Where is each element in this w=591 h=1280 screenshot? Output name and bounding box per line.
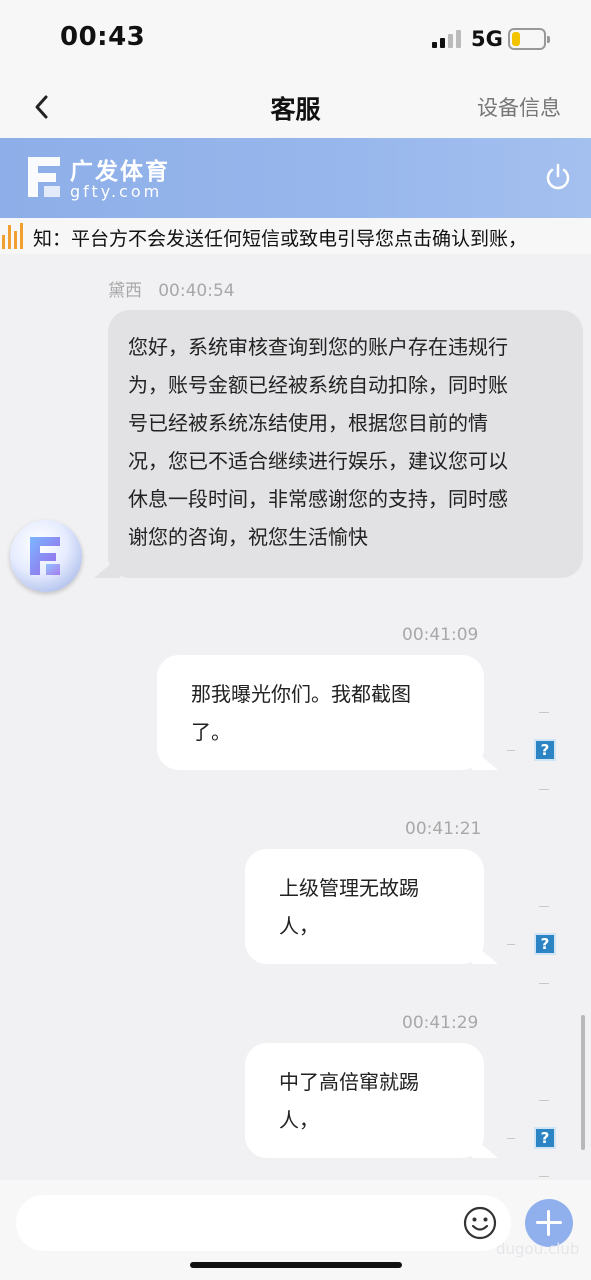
message-line: 了。 — [191, 720, 231, 744]
unread-status-icon[interactable]: ? — [534, 739, 556, 761]
notice-text: 知：平台方不会发送任何短信或致电引导您点击确认到账， — [33, 228, 528, 250]
message-time: 00:41:09 — [402, 625, 479, 645]
power-icon[interactable] — [543, 162, 573, 192]
message-time: 00:41:29 — [402, 1013, 479, 1033]
message-time: 00:41:21 — [405, 819, 482, 839]
status-time: 00:43 — [60, 22, 146, 52]
message-time: 00:40:54 — [158, 281, 235, 301]
outgoing-message-bubble: 上级管理无故踢 人， — [245, 849, 498, 964]
scrollbar[interactable] — [581, 1015, 585, 1150]
brand-domain: gfty.com — [70, 182, 163, 201]
message-line: 为，账号金额已经被系统自动扣除，同时账 — [128, 373, 508, 397]
message-meta: 黛西 00:40:54 — [108, 276, 235, 301]
notice-bar: 知：平台方不会发送任何短信或致电引导您点击确认到账， — [0, 218, 591, 254]
signal-icon — [432, 30, 462, 48]
network-type: 5G — [471, 27, 503, 51]
message-line: 谢您的咨询，祝您生活愉快 — [128, 525, 368, 549]
smiley-icon[interactable] — [462, 1205, 498, 1241]
message-line: 人， — [279, 914, 319, 938]
brand-header: 广发体育 gfty.com — [0, 138, 591, 218]
message-line: 休息一段时间，非常感谢您的支持，同时感 — [128, 487, 508, 511]
outgoing-message-bubble: 那我曝光你们。我都截图 了。 — [157, 655, 498, 770]
brand-logo-icon — [22, 153, 66, 201]
home-indicator[interactable] — [190, 1262, 402, 1268]
agent-avatar — [10, 520, 82, 592]
outgoing-message-bubble: 中了高倍窜就踢 人， — [245, 1043, 498, 1158]
message-line: 那我曝光你们。我都截图 — [191, 682, 411, 706]
message-line: 人， — [279, 1108, 319, 1132]
message-input[interactable] — [16, 1195, 511, 1251]
message-line: 您好，系统审核查询到您的账户存在违规行 — [128, 335, 508, 359]
message-line: 号已经被系统冻结使用，根据您目前的情 — [128, 411, 488, 435]
message-line: 上级管理无故踢 — [279, 876, 419, 900]
sender-name: 黛西 — [108, 281, 142, 301]
battery-level — [512, 32, 520, 46]
unread-status-icon[interactable]: ? — [534, 1127, 556, 1149]
device-info-button[interactable]: 设备信息 — [477, 92, 561, 122]
brand-name: 广发体育 — [70, 159, 170, 185]
nav-bar: 客服 设备信息 — [0, 78, 591, 138]
sound-wave-icon — [0, 223, 28, 249]
message-line: 况，您已不适合继续进行娱乐，建议您可以 — [128, 449, 508, 473]
unread-status-icon[interactable]: ? — [534, 933, 556, 955]
incoming-message-bubble: 您好，系统审核查询到您的账户存在违规行 为，账号金额已经被系统自动扣除，同时账 … — [94, 310, 583, 578]
watermark-text: dugou.club — [496, 1240, 580, 1258]
status-bar: 00:43 5G — [0, 0, 591, 78]
battery-icon — [508, 28, 550, 50]
chevron-left-icon[interactable] — [28, 92, 58, 122]
message-line: 中了高倍窜就踢 — [279, 1070, 419, 1094]
